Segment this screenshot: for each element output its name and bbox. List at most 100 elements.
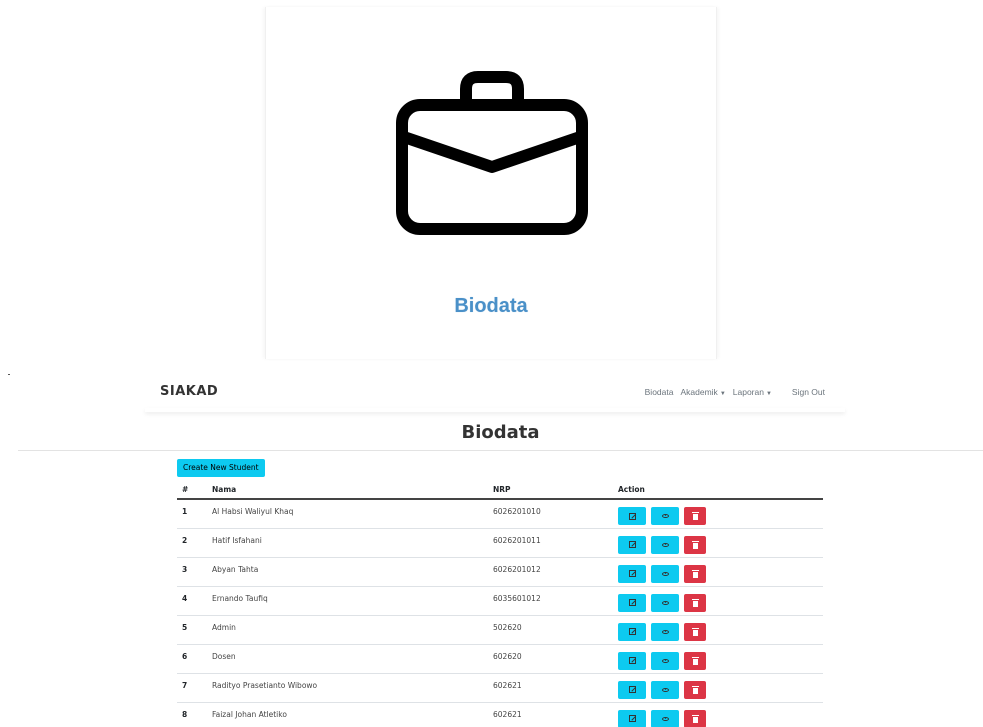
edit-button[interactable] [618,535,646,554]
caret-down-icon: ▼ [765,391,772,397]
view-button[interactable] [651,507,679,525]
row-actions [613,673,823,703]
edit-icon [628,599,636,606]
table-row: 8 Faizal Johan Atletiko 602621 [177,702,823,727]
students-table: # Nama NRP Action 1 Al Habsi Waliyul Kha… [177,480,823,727]
table-row: 5 Admin 502620 [177,615,823,645]
trash-icon [691,540,699,549]
edit-icon [628,541,636,548]
trash-icon [691,714,699,723]
delete-button[interactable] [684,709,706,727]
edit-button[interactable] [618,651,646,670]
eye-icon [661,658,669,663]
card-title[interactable]: Biodata [266,295,716,318]
trash-icon [691,627,699,636]
biodata-card[interactable]: Biodata [265,7,717,359]
brand-logo[interactable]: SIAKAD [160,384,218,399]
edit-icon [628,570,636,577]
delete-button[interactable] [684,622,706,641]
view-button[interactable] [651,564,679,583]
table-row: 6 Dosen 602620 [177,644,823,674]
row-nama: Radityo Prasetianto Wibowo [207,673,488,703]
view-button[interactable] [651,709,679,727]
row-actions [613,615,823,645]
caret-down-icon: ▼ [719,391,726,397]
edit-icon [628,512,636,520]
row-nrp: 6026201010 [488,499,613,529]
eye-icon [661,514,669,518]
edit-button[interactable] [618,564,646,583]
action-group [618,707,823,727]
nav-item-label: Akademik [680,387,718,397]
table-row: 3 Abyan Tahta 6026201012 [177,557,823,587]
delete-button[interactable] [684,564,706,583]
nav-item-akademik[interactable]: Akademik ▼ [680,387,725,397]
table-row: 2 Hatif Isfahani 6026201011 [177,528,823,558]
table-row: 4 Ernando Taufiq 6035601012 [177,586,823,616]
trash-icon [691,656,699,665]
view-button[interactable] [651,593,679,612]
action-group [618,504,823,525]
signout-link[interactable]: Sign Out [792,387,825,397]
header-action: Action [613,480,823,500]
edit-icon [628,628,636,635]
row-number: 3 [177,557,207,587]
edit-button[interactable] [618,593,646,612]
trash-icon [691,598,699,607]
header-number: # [177,480,207,500]
row-actions [613,702,823,727]
row-nama: Abyan Tahta [207,557,488,587]
delete-button[interactable] [684,651,706,670]
action-group [618,591,823,612]
row-actions [613,557,823,587]
action-group [618,649,823,670]
row-nama: Hatif Isfahani [207,528,488,558]
eye-icon [661,571,669,576]
navbar [0,376,983,410]
row-nrp: 6035601012 [488,586,613,616]
edit-button[interactable] [618,680,646,699]
page-header: Biodata [18,420,983,451]
edit-button[interactable] [618,709,646,727]
briefcase-icon [396,71,588,235]
row-nrp: 6026201012 [488,557,613,587]
action-group [618,620,823,641]
row-actions [613,528,823,558]
row-actions [613,644,823,674]
row-actions [613,499,823,529]
view-button[interactable] [651,535,679,554]
row-number: 5 [177,615,207,645]
table-row: 7 Radityo Prasetianto Wibowo 602621 [177,673,823,703]
edit-button[interactable] [618,507,646,525]
eye-icon [661,629,669,634]
delete-button[interactable] [684,507,706,525]
trash-icon [691,569,699,578]
view-button[interactable] [651,651,679,670]
action-group [618,533,823,554]
eye-icon [661,716,669,721]
row-nrp: 502620 [488,615,613,645]
header-nrp: NRP [488,480,613,500]
row-number: 8 [177,702,207,727]
eye-icon [661,542,669,547]
delete-button[interactable] [684,593,706,612]
table-row: 1 Al Habsi Waliyul Khaq 6026201010 [177,499,823,529]
edit-button[interactable] [618,622,646,641]
create-student-button[interactable]: Create New Student [177,459,265,477]
row-number: 4 [177,586,207,616]
action-group [618,678,823,699]
row-number: 2 [177,528,207,558]
trash-icon [691,512,699,520]
row-nrp: 602621 [488,673,613,703]
eye-icon [661,600,669,605]
divider [8,374,10,375]
delete-button[interactable] [684,535,706,554]
nav-item-biodata[interactable]: Biodata [645,387,674,397]
nav-item-laporan[interactable]: Laporan ▼ [733,387,772,397]
edit-icon [628,686,636,693]
row-nama: Admin [207,615,488,645]
view-button[interactable] [651,680,679,699]
delete-button[interactable] [684,680,706,699]
view-button[interactable] [651,622,679,641]
edit-icon [628,715,636,722]
